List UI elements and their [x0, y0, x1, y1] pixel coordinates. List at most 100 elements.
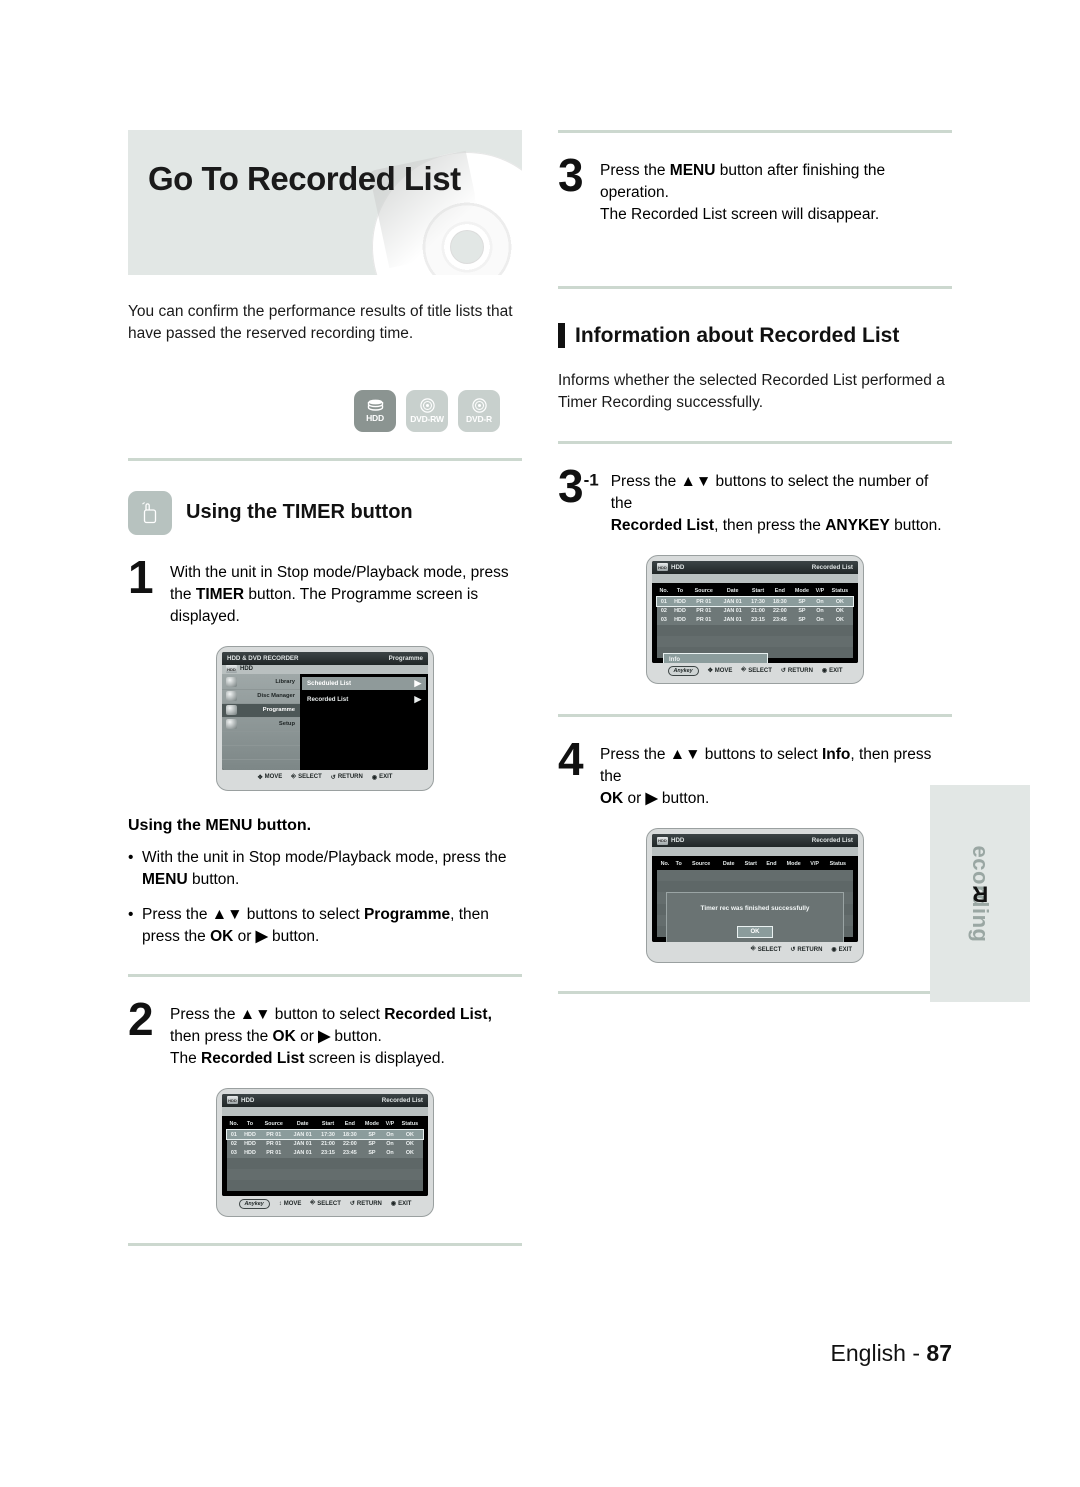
- footer-select-label: SELECT: [748, 667, 772, 674]
- cell-no: 01: [660, 598, 667, 605]
- hdd-chip-icon: HDD: [657, 563, 668, 572]
- format-label-dvd-rw: DVD-RW: [410, 413, 444, 424]
- exit-icon: ◉: [371, 774, 378, 781]
- sidebar-item-library[interactable]: Library: [222, 676, 300, 690]
- footer-exit[interactable]: ◉ EXIT: [821, 667, 843, 675]
- anykey-popup-menu: Info Delete List Clear Go to Scheduled L…: [663, 652, 768, 664]
- step-3-1-text: Press the ▲▼ buttons to select the numbe…: [610, 472, 942, 534]
- table-row[interactable]: 01 HDD PR 01 JAN 01 17:30 18:30 SP On OK: [226, 1128, 424, 1141]
- menu-label-scheduled-list: Scheduled List: [307, 679, 352, 687]
- footer-return[interactable]: ↺ RETURN: [780, 667, 813, 675]
- cell-date: JAN 01: [723, 607, 742, 614]
- step-2-text: Press the ▲▼ button to select Recorded L…: [170, 1005, 492, 1067]
- sidebar-filler: [222, 760, 300, 770]
- divider: [558, 440, 952, 444]
- osd-device-group: HDD HDD: [657, 563, 684, 572]
- sidebar-item-disc-manager[interactable]: Disc Manager: [222, 690, 300, 704]
- select-icon: ⎆: [310, 1200, 316, 1207]
- cell-no: 02: [660, 607, 667, 614]
- col-vp: V/P: [810, 861, 819, 868]
- divider: [558, 991, 952, 995]
- footer-move[interactable]: ✥ MOVE: [258, 774, 283, 781]
- osd-subbar: [222, 1106, 428, 1116]
- col-to: To: [246, 1120, 254, 1127]
- anykey-badge[interactable]: Anykey: [238, 1198, 270, 1209]
- footer-return-label: RETURN: [356, 1200, 382, 1207]
- footer-move[interactable]: ↕ MOVE: [279, 1201, 302, 1207]
- col-to: To: [676, 587, 684, 594]
- move-updown-icon: ↕: [278, 1200, 282, 1207]
- move-cross-icon: ✥: [707, 668, 713, 675]
- step-4: 4 Press the ▲▼ buttons to select Info, t…: [558, 736, 952, 810]
- footer-page-number: 87: [926, 1340, 952, 1366]
- footer-exit-label: EXIT: [398, 1200, 412, 1207]
- step-2: 2 Press the ▲▼ button to select Recorded…: [128, 996, 522, 1070]
- menu-item-recorded-list[interactable]: Recorded List ▸: [302, 691, 426, 707]
- step-1-text: With the unit in Stop mode/Playback mode…: [170, 563, 509, 625]
- sidebar-item-setup[interactable]: Setup: [222, 718, 300, 732]
- table-row[interactable]: 03 HDD PR 01 JAN 01 23:15 23:45 SP On OK: [657, 615, 853, 625]
- cell-end: 18:30: [342, 1131, 357, 1138]
- footer-select[interactable]: ⎆ SELECT: [741, 667, 771, 674]
- divider: [558, 130, 952, 133]
- col-vp: V/P: [815, 587, 825, 594]
- step-1-number: 1: [128, 550, 154, 603]
- divider: [558, 286, 952, 289]
- cell-date: JAN 01: [293, 1149, 312, 1156]
- popup-item-info[interactable]: Info: [663, 652, 768, 664]
- dialog-ok-button[interactable]: OK: [737, 926, 773, 939]
- cell-no: 03: [230, 1149, 237, 1156]
- cell-end: 23:45: [342, 1149, 357, 1156]
- cell-to: HDD: [244, 1149, 256, 1156]
- col-vp: V/P: [385, 1120, 395, 1127]
- sidebar-label-setup: Setup: [278, 721, 295, 728]
- menu-item-scheduled-list[interactable]: Scheduled List ▸: [302, 675, 426, 690]
- divider: [128, 457, 522, 461]
- cell-source: PR 01: [696, 607, 712, 614]
- cell-mode: SP: [368, 1131, 376, 1138]
- footer-return[interactable]: ↺ RETURN: [790, 946, 823, 954]
- osd-dialog-inner: HDD HDD Recorded List No. To Source Date…: [652, 834, 858, 943]
- footer-select[interactable]: ⎆ SELECT: [751, 946, 781, 953]
- info-section-header: Information about Recorded List: [558, 323, 952, 348]
- format-label-hdd: HDD: [366, 412, 384, 423]
- page-footer: English - 87: [0, 1340, 1080, 1367]
- footer-exit[interactable]: ◉ EXIT: [372, 774, 393, 781]
- cell-source: PR 01: [266, 1131, 282, 1138]
- sidebar-item-programme[interactable]: Programme: [222, 703, 300, 718]
- footer-select[interactable]: ⎆ SELECT: [291, 774, 321, 781]
- chevron-right-icon: ▸: [414, 691, 421, 707]
- col-source: Source: [264, 1120, 283, 1127]
- col-end: End: [774, 587, 785, 594]
- cell-date: JAN 01: [293, 1140, 312, 1147]
- table-row-empty: [657, 881, 853, 893]
- disc-icon: [419, 398, 435, 413]
- cell-start: 23:15: [751, 616, 765, 623]
- footer-exit[interactable]: ◉ EXIT: [831, 946, 852, 954]
- sidebar-filler: [222, 732, 300, 746]
- cell-status: OK: [405, 1131, 414, 1138]
- osd-subbar: [652, 573, 858, 583]
- footer-move-label: MOVE: [714, 667, 733, 674]
- footer-return[interactable]: ↺ RETURN: [331, 774, 363, 781]
- footer-exit-label: EXIT: [838, 946, 852, 953]
- osd-recorded-list-inner: HDD HDD Recorded List No. To Source Date…: [222, 1093, 428, 1197]
- cell-vp: On: [816, 598, 824, 605]
- table-row[interactable]: 02 HDD PR 01 JAN 01 21:00 22:00 SP On OK: [227, 1139, 423, 1149]
- confirmation-dialog: Timer rec was finished successfully OK: [666, 892, 844, 943]
- cell-status: OK: [405, 1149, 414, 1156]
- table-row[interactable]: 03 HDD PR 01 JAN 01 23:15 23:45 SP On OK: [227, 1148, 423, 1158]
- table-row[interactable]: 02 HDD PR 01 JAN 01 21:00 22:00 SP On OK: [657, 606, 853, 616]
- footer-language: English -: [830, 1340, 927, 1366]
- return-icon: ↺: [780, 668, 786, 675]
- footer-move[interactable]: ✥ MOVE: [707, 667, 733, 675]
- footer-exit[interactable]: ◉ EXIT: [391, 1200, 412, 1208]
- footer-return-label: RETURN: [797, 946, 823, 953]
- anykey-badge[interactable]: Anykey: [667, 665, 699, 676]
- exit-icon: ◉: [821, 668, 828, 675]
- footer-return[interactable]: ↺ RETURN: [350, 1200, 382, 1208]
- footer-select[interactable]: ⎆ SELECT: [310, 1200, 340, 1207]
- cell-end: 22:00: [342, 1140, 357, 1147]
- osd-device-label: HDD: [671, 837, 685, 845]
- table-row[interactable]: 01 HDD PR 01 JAN 01 17:30 18:30 SP On OK: [656, 595, 854, 608]
